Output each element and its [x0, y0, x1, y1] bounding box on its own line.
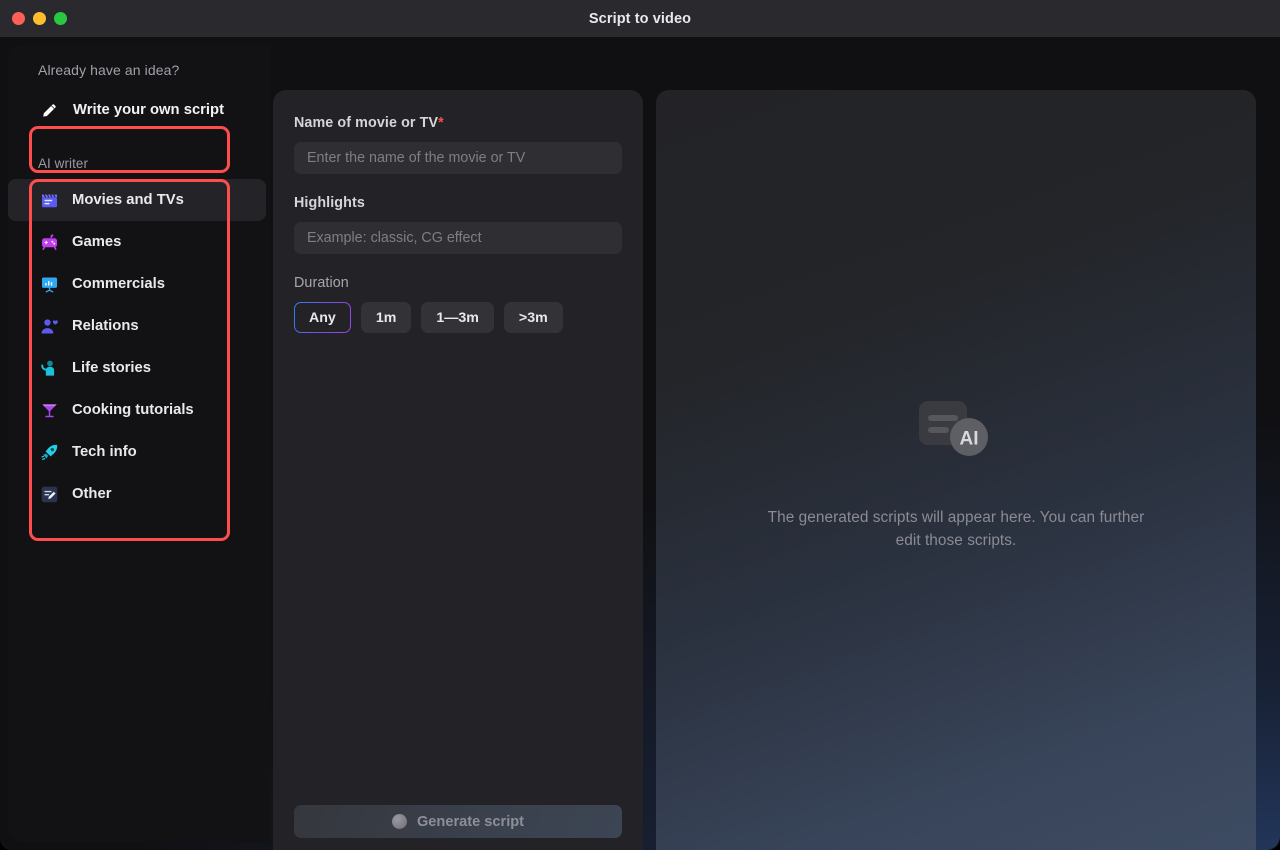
- rocket-icon: [41, 444, 58, 460]
- cocktail-glass-icon: [42, 403, 57, 417]
- gamepad-icon: [41, 233, 58, 250]
- sidebar-item-life-stories[interactable]: Life stories: [8, 347, 266, 389]
- sidebar-item-label: Other: [72, 486, 112, 502]
- duration-option-gt3m[interactable]: >3m: [503, 302, 563, 333]
- sidebar-heading: Already have an idea?: [38, 62, 180, 78]
- sidebar-item-label: Relations: [72, 318, 139, 334]
- clapperboard-icon: [41, 193, 58, 207]
- highlights-field-label: Highlights: [294, 195, 365, 211]
- presentation-icon: [41, 277, 58, 292]
- document-pen-icon: [41, 486, 58, 502]
- sidebar-item-movies-and-tvs[interactable]: Movies and TVs: [8, 179, 266, 221]
- window-controls: [12, 0, 67, 37]
- pencil-icon: [43, 103, 56, 116]
- sidebar-item-label: Games: [72, 234, 122, 250]
- sidebar: Already have an idea? Write your own scr…: [8, 45, 270, 842]
- app-body: Already have an idea? Write your own scr…: [0, 37, 1280, 850]
- ai-writer-category-list: Movies and TVs Games Commercials Relatio…: [8, 179, 270, 515]
- sidebar-item-label: Life stories: [72, 360, 151, 376]
- write-your-own-script-label: Write your own script: [73, 102, 225, 118]
- name-field-label: Name of movie or TV*: [294, 115, 622, 131]
- highlights-input[interactable]: [294, 222, 622, 254]
- person-heart-icon: [41, 318, 58, 333]
- name-field-label-text: Name of movie or TV: [294, 115, 439, 131]
- preview-placeholder-message: The generated scripts will appear here. …: [768, 507, 1145, 553]
- sidebar-item-other[interactable]: Other: [8, 473, 266, 515]
- generate-script-button[interactable]: Generate script: [294, 805, 622, 838]
- person-wave-icon: [41, 360, 55, 376]
- sidebar-item-relations[interactable]: Relations: [8, 305, 266, 347]
- ai-writer-label: AI writer: [38, 156, 89, 171]
- movie-name-input[interactable]: [294, 142, 622, 174]
- ai-script-placeholder-icon: AI: [919, 401, 988, 457]
- duration-option-1-3m[interactable]: 1—3m: [421, 302, 494, 333]
- script-settings-panel: Name of movie or TV* Highlights Duration…: [273, 90, 643, 850]
- sidebar-item-cooking-tutorials[interactable]: Cooking tutorials: [8, 389, 266, 431]
- sidebar-item-games[interactable]: Games: [8, 221, 266, 263]
- sidebar-item-tech-info[interactable]: Tech info: [8, 431, 266, 473]
- sidebar-item-label: Commercials: [72, 276, 165, 292]
- required-marker: *: [438, 115, 444, 131]
- write-your-own-script-button[interactable]: Write your own script: [30, 90, 256, 130]
- sidebar-item-commercials[interactable]: Commercials: [8, 263, 266, 305]
- generate-script-label: Generate script: [416, 813, 525, 830]
- sidebar-item-label: Cooking tutorials: [72, 402, 194, 418]
- preview-message-line-1: The generated scripts will appear here. …: [767, 509, 1145, 527]
- duration-option-1m[interactable]: 1m: [360, 302, 412, 333]
- window-title: Script to video: [588, 10, 692, 27]
- duration-option-group: Any 1m 1—3m >3m: [294, 302, 622, 333]
- close-button[interactable]: [12, 12, 25, 25]
- preview-message-line-2: edit those scripts.: [895, 532, 1017, 549]
- svg-text:AI: AI: [960, 429, 979, 450]
- app-window: Script to video Already have an idea? Wr…: [0, 0, 1280, 850]
- loading-dot-icon: [391, 814, 407, 829]
- duration-label: Duration: [294, 275, 349, 291]
- title-bar: Script to video: [0, 0, 1280, 37]
- sidebar-item-label: Movies and TVs: [72, 192, 184, 208]
- sidebar-item-label: Tech info: [72, 444, 137, 460]
- minimize-button[interactable]: [33, 12, 46, 25]
- maximize-button[interactable]: [54, 12, 67, 25]
- duration-option-any[interactable]: Any: [294, 302, 351, 333]
- script-preview-panel: AI The generated scripts will appear her…: [656, 90, 1256, 850]
